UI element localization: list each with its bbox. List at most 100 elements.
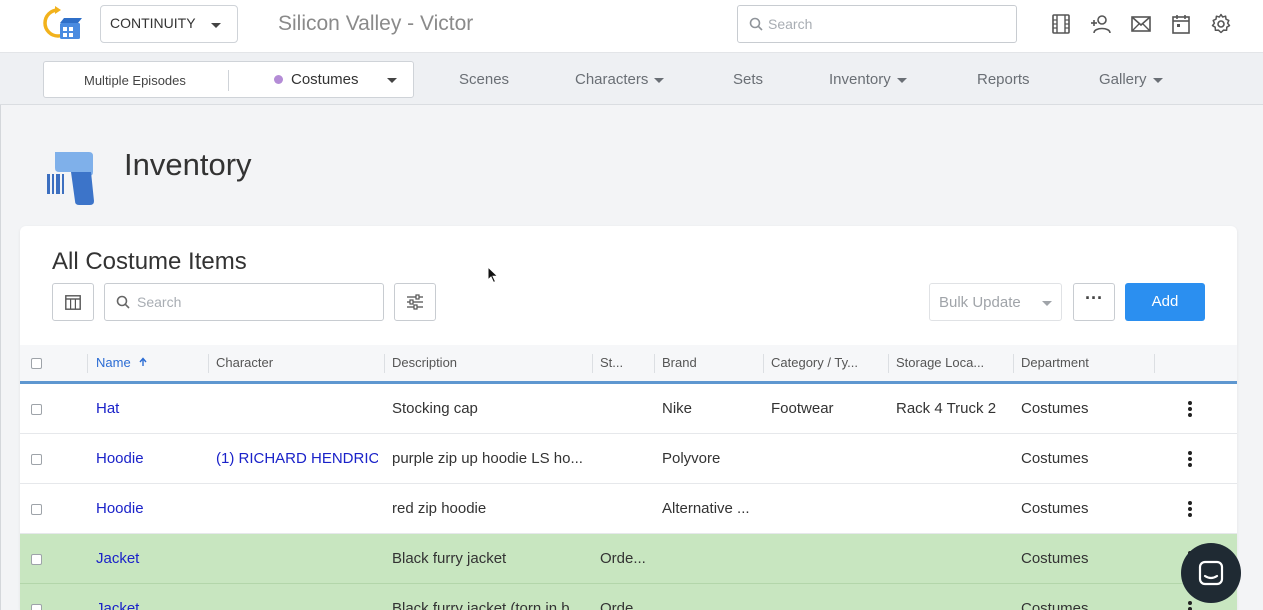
row-menu-icon[interactable] [1188, 401, 1192, 417]
add-button[interactable]: Add [1125, 283, 1205, 321]
nav-scenes-label: Scenes [459, 71, 510, 88]
nav-scenes[interactable]: Scenes [459, 71, 509, 88]
add-user-icon[interactable] [1089, 12, 1113, 36]
column-header-status[interactable]: St... [600, 355, 623, 370]
column-divider [888, 354, 889, 373]
item-character-link[interactable]: (1) RICHARD HENDRIC... [216, 450, 378, 467]
column-divider [763, 354, 764, 373]
item-name-link[interactable]: Jacket [96, 550, 206, 567]
column-header-name-label: Name [96, 355, 131, 370]
table-row[interactable]: Hat Stocking cap Nike Footwear Rack 4 Tr… [20, 384, 1237, 434]
chevron-down-icon [896, 77, 907, 83]
columns-icon [65, 295, 81, 310]
item-description: red zip hoodie [392, 500, 487, 517]
episode-department-selector: Multiple Episodes Costumes [43, 61, 414, 98]
list-search-input[interactable] [137, 293, 377, 311]
column-divider [208, 354, 209, 373]
selector-divider [228, 70, 229, 91]
item-status: Orde... [600, 550, 646, 567]
table-row[interactable]: Hoodie red zip hoodie Alternative ... Co… [20, 484, 1237, 534]
nav-sets[interactable]: Sets [733, 71, 763, 88]
item-name-link[interactable]: Jacket [96, 600, 206, 610]
global-search[interactable] [737, 5, 1017, 43]
film-icon[interactable] [1049, 12, 1073, 36]
select-all-checkbox[interactable] [31, 358, 42, 369]
row-checkbox[interactable] [31, 504, 42, 515]
department-color-dot [274, 75, 283, 84]
nav-inventory[interactable]: Inventory [829, 71, 907, 88]
nav-gallery-label: Gallery [1099, 71, 1147, 88]
column-header-storage[interactable]: Storage Loca... [896, 355, 984, 370]
column-header-character[interactable]: Character [216, 355, 273, 370]
item-name-link[interactable]: Hoodie [96, 450, 206, 467]
column-divider [87, 354, 88, 373]
item-description: Black furry jacket (torn in b... [392, 600, 583, 610]
item-name-link[interactable]: Hoodie [96, 500, 206, 517]
item-description: purple zip up hoodie LS ho... [392, 450, 583, 467]
project-title: Silicon Valley - Victor [278, 12, 474, 35]
chevron-down-icon[interactable] [387, 78, 397, 83]
column-divider [592, 354, 593, 373]
table-row[interactable]: Jacket Black furry jacket Orde... Costum… [20, 534, 1237, 584]
item-name-link[interactable]: Hat [96, 400, 206, 417]
barcode-scanner-icon [47, 152, 94, 205]
inventory-list-card: All Costume Items Bulk Update ··· Add [20, 226, 1237, 610]
column-divider [1154, 354, 1155, 373]
nav-inventory-label: Inventory [829, 71, 891, 88]
item-brand: Alternative ... [662, 500, 750, 517]
chat-launcher-button[interactable] [1181, 543, 1241, 603]
gear-icon[interactable] [1209, 12, 1233, 36]
item-brand: Polyvore [662, 450, 721, 467]
column-header-department[interactable]: Department [1021, 355, 1089, 370]
table-row[interactable]: Jacket Black furry jacket (torn in b... … [20, 584, 1237, 610]
chat-icon [1198, 560, 1224, 586]
chevron-down-icon [654, 77, 665, 83]
columns-button[interactable] [52, 283, 94, 321]
item-department: Costumes [1021, 500, 1089, 517]
chevron-down-icon [1042, 301, 1052, 306]
column-header-brand[interactable]: Brand [662, 355, 697, 370]
search-icon [749, 17, 763, 31]
row-checkbox[interactable] [31, 554, 42, 565]
more-actions-button[interactable]: ··· [1073, 283, 1115, 321]
column-header-name[interactable]: Name [96, 355, 148, 370]
calendar-icon[interactable] [1169, 12, 1193, 36]
row-checkbox[interactable] [31, 454, 42, 465]
continuity-logo-icon[interactable] [42, 6, 82, 42]
nav-bar: Multiple Episodes Costumes Scenes Charac… [0, 52, 1263, 105]
list-title: All Costume Items [52, 248, 247, 275]
nav-characters-label: Characters [575, 71, 649, 88]
row-checkbox[interactable] [31, 604, 42, 610]
search-icon [116, 295, 130, 309]
nav-reports-label: Reports [977, 71, 1030, 88]
row-checkbox[interactable] [31, 404, 42, 415]
column-header-category[interactable]: Category / Ty... [771, 355, 858, 370]
nav-gallery[interactable]: Gallery [1099, 71, 1163, 88]
top-bar: CONTINUITY Silicon Valley - Victor [0, 0, 1263, 52]
row-menu-icon[interactable] [1188, 501, 1192, 517]
item-department: Costumes [1021, 600, 1089, 610]
nav-reports[interactable]: Reports [977, 71, 1030, 88]
bulk-update-dropdown[interactable]: Bulk Update [929, 283, 1062, 321]
item-description: Stocking cap [392, 400, 478, 417]
row-menu-icon[interactable] [1188, 451, 1192, 467]
column-divider [384, 354, 385, 373]
mail-icon[interactable] [1129, 12, 1153, 36]
column-header-description[interactable]: Description [392, 355, 457, 370]
filter-button[interactable] [394, 283, 436, 321]
row-menu-icon[interactable] [1188, 601, 1192, 610]
item-department: Costumes [1021, 400, 1089, 417]
bulk-update-label: Bulk Update [939, 294, 1021, 311]
list-search[interactable] [104, 283, 384, 321]
sliders-icon [407, 294, 423, 310]
episodes-selector[interactable]: Multiple Episodes [84, 73, 186, 88]
department-selector[interactable]: Costumes [291, 71, 359, 88]
table-row[interactable]: Hoodie (1) RICHARD HENDRIC... purple zip… [20, 434, 1237, 484]
item-description: Black furry jacket [392, 550, 507, 567]
column-divider [1013, 354, 1014, 373]
nav-sets-label: Sets [733, 71, 764, 88]
global-search-input[interactable] [768, 14, 1008, 34]
page-title: Inventory [124, 147, 252, 182]
nav-characters[interactable]: Characters [575, 71, 665, 88]
app-selector[interactable]: CONTINUITY [100, 5, 238, 43]
